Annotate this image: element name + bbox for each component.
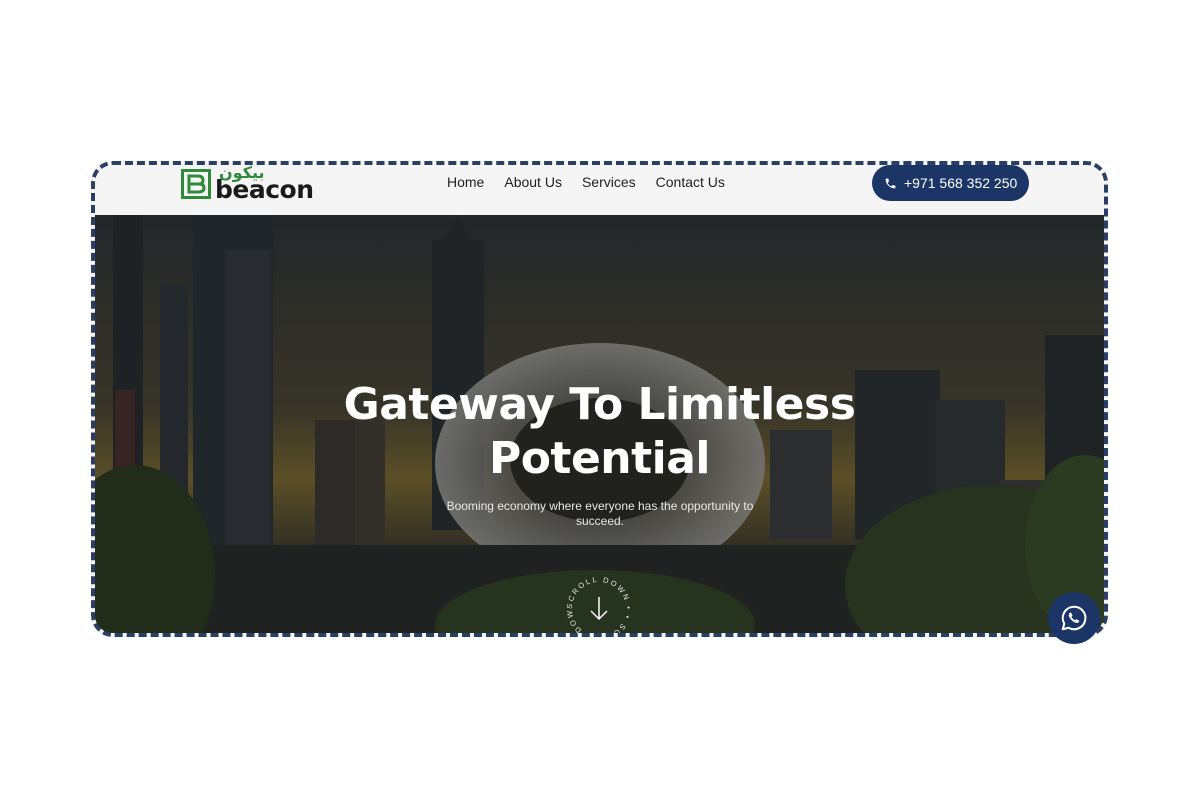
hero-title-line2: Potential xyxy=(488,433,711,484)
nav-contact-us[interactable]: Contact Us xyxy=(656,174,725,190)
hero-title: Gateway To Limitless Potential xyxy=(95,378,1104,486)
nav-about-us[interactable]: About Us xyxy=(504,174,562,190)
hero-title-line1: Gateway To Limitless xyxy=(343,379,856,430)
nav-home[interactable]: Home xyxy=(447,174,484,190)
beacon-logo-mark-icon xyxy=(181,169,211,199)
scroll-down-badge: SCROLL DOWN • • SCROLL DOWN • • xyxy=(561,568,631,633)
logo-text: beacon xyxy=(215,175,314,204)
arrow-down-icon xyxy=(590,597,608,621)
hero-subtitle: Booming economy where everyone has the o… xyxy=(446,499,754,528)
navbar: بيكون beacon Home About Us Services Cont… xyxy=(95,165,1104,215)
main-nav: Home About Us Services Contact Us xyxy=(447,174,725,190)
nav-services[interactable]: Services xyxy=(582,174,636,190)
whatsapp-button[interactable] xyxy=(1048,592,1100,644)
logo[interactable]: بيكون beacon xyxy=(181,165,314,204)
whatsapp-icon xyxy=(1061,605,1087,631)
hero-section: Gateway To Limitless Potential Booming e… xyxy=(95,215,1104,633)
page-frame: بيكون beacon Home About Us Services Cont… xyxy=(91,161,1108,637)
phone-button[interactable]: +971 568 352 250 xyxy=(872,165,1030,201)
phone-number: +971 568 352 250 xyxy=(904,175,1018,191)
phone-icon xyxy=(885,178,896,188)
scroll-down-button[interactable]: SCROLL DOWN • • SCROLL DOWN • • xyxy=(561,568,633,633)
